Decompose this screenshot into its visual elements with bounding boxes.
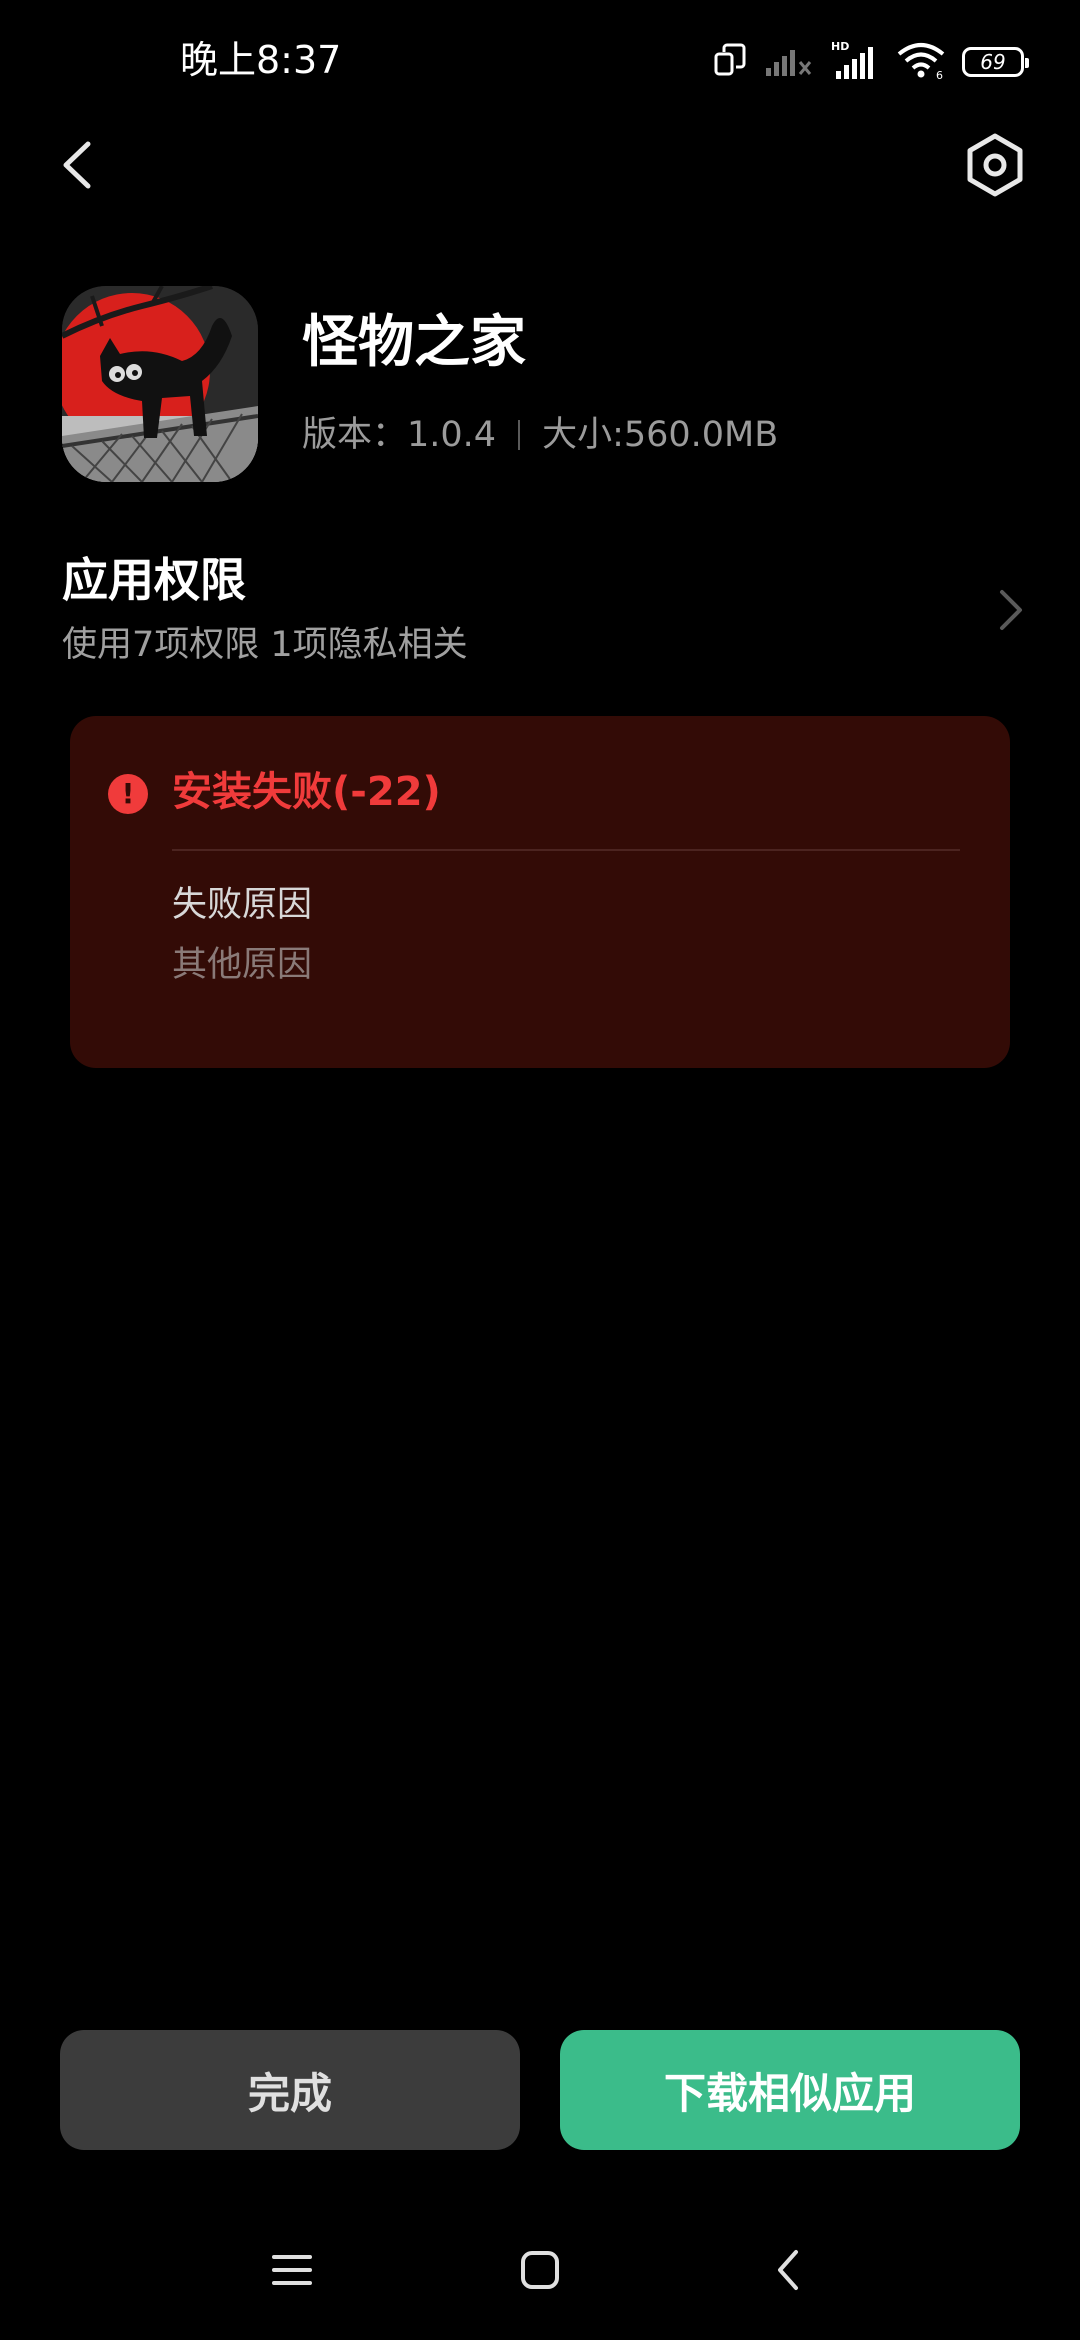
divider (172, 849, 960, 851)
app-size: 大小:560.0MB (542, 415, 779, 455)
app-version: 版本：1.0.4 (302, 415, 497, 455)
hexagon-gear-icon (967, 133, 1023, 197)
download-similar-button[interactable]: 下载相似应用 (560, 2030, 1020, 2150)
app-icon (62, 286, 258, 482)
status-time: 晚上8:37 (180, 38, 342, 82)
permissions-title: 应用权限 (62, 553, 246, 607)
settings-button[interactable] (960, 130, 1030, 200)
menu-icon (272, 2255, 312, 2285)
failure-reason-label: 失败原因 (172, 885, 313, 925)
recent-apps-button[interactable] (262, 2240, 322, 2300)
home-button[interactable] (510, 2240, 570, 2300)
status-icons: HD 6 69 (712, 36, 1029, 88)
app-name: 怪物之家 (302, 310, 526, 375)
home-square-icon (521, 2251, 559, 2289)
back-arrow-icon (778, 2250, 798, 2290)
svg-text:HD: HD (831, 40, 849, 53)
wifi-icon: 6 (896, 40, 946, 84)
app-meta: 版本：1.0.4 大小:560.0MB (302, 410, 778, 460)
back-button[interactable] (50, 130, 110, 200)
chevron-right-icon (992, 584, 1028, 636)
svg-text:6: 6 (936, 69, 943, 80)
screen-rotate-icon (712, 42, 748, 82)
battery-icon: 69 (962, 47, 1029, 77)
error-title: 安装失败(-22) (172, 769, 441, 815)
meta-divider (518, 420, 521, 450)
signal-no-service-icon (764, 42, 814, 82)
system-back-button[interactable] (760, 2240, 820, 2300)
done-button[interactable]: 完成 (60, 2030, 520, 2150)
error-alert-icon: ! (108, 774, 148, 814)
permissions-subtitle: 使用7项权限 1项隐私相关 (62, 625, 468, 665)
failure-reason-value: 其他原因 (172, 945, 313, 985)
hd-signal-icon: HD (830, 39, 880, 85)
chevron-left-icon (63, 141, 91, 189)
